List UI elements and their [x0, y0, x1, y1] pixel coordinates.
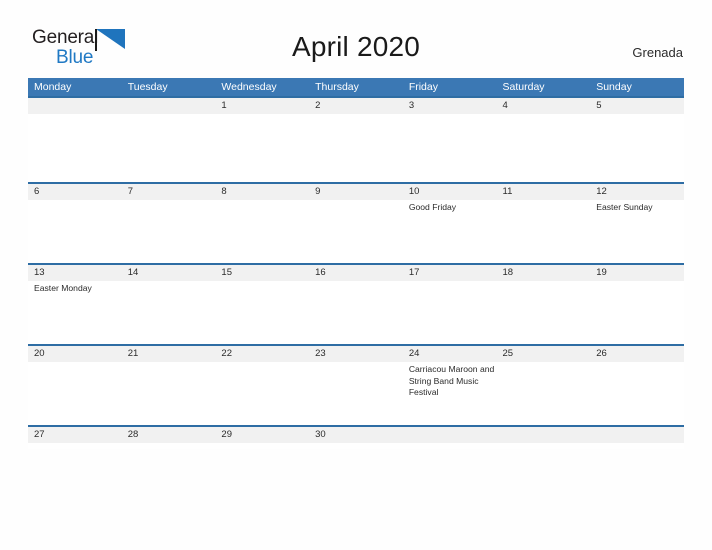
weekday-header-sunday: Sunday	[596, 81, 632, 93]
day-number[interactable]	[403, 427, 497, 443]
day-event[interactable]	[215, 200, 309, 263]
day-number[interactable]	[590, 427, 684, 443]
day-number[interactable]: 15	[215, 265, 309, 281]
day-number[interactable]: 3	[403, 98, 497, 114]
day-event[interactable]	[215, 114, 309, 182]
day-event[interactable]	[497, 362, 591, 425]
calendar-week-row: 1 2 3 4 5	[28, 96, 684, 182]
day-event[interactable]	[122, 114, 216, 182]
weekday-header-friday: Friday	[408, 81, 438, 93]
day-number[interactable]: 23	[309, 346, 403, 362]
day-event[interactable]	[309, 200, 403, 263]
calendar-week-row: 27 28 29 30	[28, 425, 684, 449]
weekday-header-saturday: Saturday	[502, 81, 545, 93]
day-number[interactable]: 12	[590, 184, 684, 200]
day-event[interactable]	[403, 443, 497, 449]
day-event[interactable]	[28, 114, 122, 182]
day-event[interactable]	[215, 362, 309, 425]
day-number[interactable]: 17	[403, 265, 497, 281]
calendar: Monday Tuesday Wednesday Thursday Friday…	[28, 78, 684, 449]
day-event[interactable]	[590, 281, 684, 344]
weekday-header-tuesday: Tuesday	[127, 81, 168, 93]
week-event-band: Easter Monday	[28, 281, 684, 344]
day-number[interactable]: 28	[122, 427, 216, 443]
day-event[interactable]: Easter Sunday	[590, 200, 684, 263]
day-number[interactable]: 25	[497, 346, 591, 362]
weekday-header-row: Monday Tuesday Wednesday Thursday Friday…	[28, 78, 684, 96]
day-number[interactable]: 7	[122, 184, 216, 200]
day-number[interactable]: 27	[28, 427, 122, 443]
region-label: Grenada	[632, 45, 683, 60]
day-number[interactable]: 24	[403, 346, 497, 362]
day-number[interactable]: 14	[122, 265, 216, 281]
day-number[interactable]	[122, 98, 216, 114]
day-number[interactable]: 16	[309, 265, 403, 281]
day-event[interactable]	[497, 443, 591, 449]
day-number[interactable]: 13	[28, 265, 122, 281]
day-number[interactable]: 6	[28, 184, 122, 200]
day-number[interactable]: 4	[497, 98, 591, 114]
week-event-band: Good Friday Easter Sunday	[28, 200, 684, 263]
calendar-week-row: 20 21 22 23 24 25 26 Carriacou Maroon an…	[28, 344, 684, 425]
page-title: April 2020	[291, 31, 421, 62]
day-event[interactable]	[28, 443, 122, 449]
day-number[interactable]: 29	[215, 427, 309, 443]
day-event[interactable]	[590, 443, 684, 449]
week-event-band	[28, 114, 684, 182]
day-event[interactable]	[497, 200, 591, 263]
day-number[interactable]: 30	[309, 427, 403, 443]
day-event[interactable]	[497, 281, 591, 344]
week-date-band: 20 21 22 23 24 25 26	[28, 346, 684, 362]
weekday-header-thursday: Thursday	[315, 81, 359, 93]
day-number[interactable]: 8	[215, 184, 309, 200]
day-event[interactable]: Carriacou Maroon and String Band Music F…	[403, 362, 497, 425]
week-date-band: 13 14 15 16 17 18 19	[28, 265, 684, 281]
day-event[interactable]	[309, 443, 403, 449]
page-header: General Blue April 2020 Grenada	[0, 0, 712, 78]
day-number[interactable]: 5	[590, 98, 684, 114]
day-event[interactable]	[215, 443, 309, 449]
day-number[interactable]	[497, 427, 591, 443]
weekday-header-wednesday: Wednesday	[221, 81, 277, 93]
day-number[interactable]: 20	[28, 346, 122, 362]
day-event[interactable]	[497, 114, 591, 182]
day-event[interactable]	[309, 114, 403, 182]
day-event[interactable]	[403, 114, 497, 182]
day-number[interactable]: 2	[309, 98, 403, 114]
day-event[interactable]	[403, 281, 497, 344]
day-event[interactable]	[28, 362, 122, 425]
day-event[interactable]	[590, 362, 684, 425]
day-event[interactable]	[28, 200, 122, 263]
week-date-band: 1 2 3 4 5	[28, 98, 684, 114]
day-event[interactable]	[122, 200, 216, 263]
day-number[interactable]: 18	[497, 265, 591, 281]
week-event-band	[28, 443, 684, 449]
day-number[interactable]: 22	[215, 346, 309, 362]
day-event[interactable]	[122, 362, 216, 425]
day-event[interactable]: Good Friday	[403, 200, 497, 263]
day-number[interactable]: 21	[122, 346, 216, 362]
day-number[interactable]: 11	[497, 184, 591, 200]
day-number[interactable]: 26	[590, 346, 684, 362]
week-date-band: 27 28 29 30	[28, 427, 684, 443]
weekday-header-monday: Monday	[34, 81, 72, 93]
day-event[interactable]	[309, 281, 403, 344]
calendar-week-row: 6 7 8 9 10 11 12 Good Friday Easter Sund…	[28, 182, 684, 263]
calendar-week-row: 13 14 15 16 17 18 19 Easter Monday	[28, 263, 684, 344]
week-date-band: 6 7 8 9 10 11 12	[28, 184, 684, 200]
day-event[interactable]: Easter Monday	[28, 281, 122, 344]
week-event-band: Carriacou Maroon and String Band Music F…	[28, 362, 684, 425]
day-number[interactable]: 10	[403, 184, 497, 200]
day-event[interactable]	[590, 114, 684, 182]
day-number[interactable]: 1	[215, 98, 309, 114]
day-event[interactable]	[309, 362, 403, 425]
day-number[interactable]: 9	[309, 184, 403, 200]
day-event[interactable]	[122, 443, 216, 449]
day-event[interactable]	[122, 281, 216, 344]
day-number[interactable]	[28, 98, 122, 114]
day-event[interactable]	[215, 281, 309, 344]
day-number[interactable]: 19	[590, 265, 684, 281]
